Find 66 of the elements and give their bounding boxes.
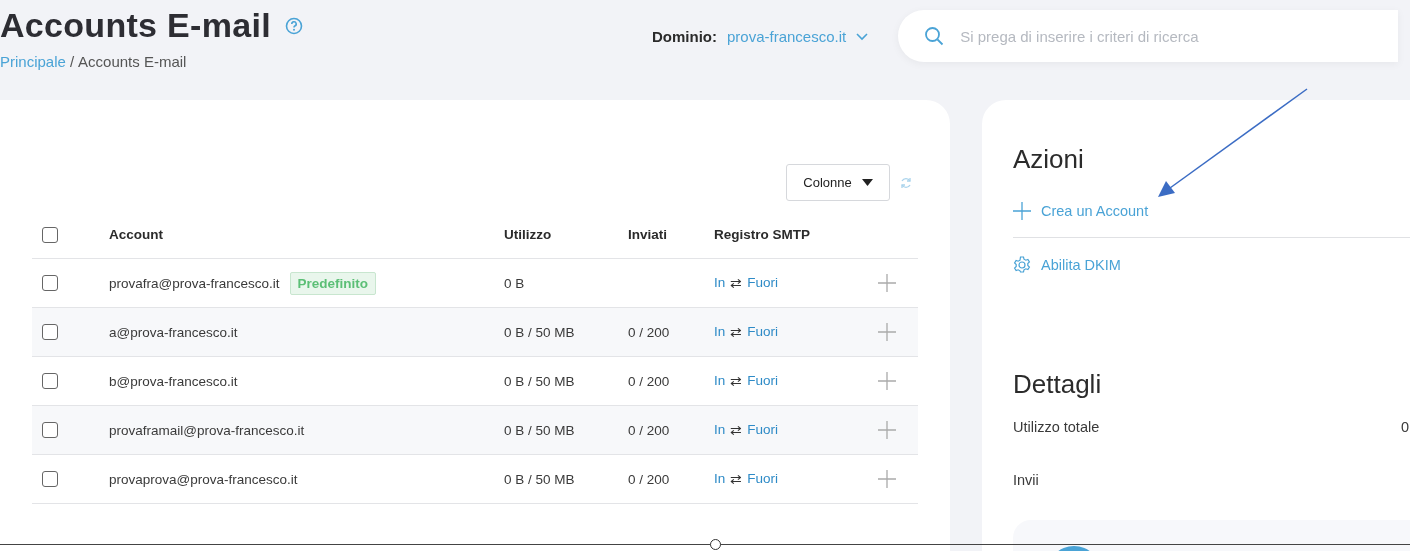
swap-symbol: ⇄	[730, 471, 743, 487]
sent-count: 0 / 200	[628, 373, 671, 389]
account-email: b@prova-francesco.it	[109, 373, 238, 389]
sent-count: 0 / 200	[628, 471, 671, 487]
column-header: Account	[109, 227, 164, 242]
smtp-out-link[interactable]: Fuori	[747, 471, 779, 487]
row-checkbox[interactable]	[42, 275, 58, 291]
sent-count: 0 / 200	[628, 324, 671, 340]
columns-dropdown[interactable]: Colonne	[786, 164, 890, 201]
domain-label: Dominio:	[652, 28, 717, 45]
chevron-down-icon[interactable]	[856, 32, 869, 41]
row-checkbox[interactable]	[42, 324, 58, 340]
swap-symbol: ⇄	[730, 324, 743, 340]
smtp-out-link[interactable]: Fuori	[747, 324, 779, 340]
smtp-in-link[interactable]: In	[714, 373, 726, 389]
swap-symbol: ⇄	[730, 275, 743, 291]
usage-value: 0 B / 50 MB	[504, 471, 576, 487]
usage-value: 0 B / 50 MB	[504, 373, 576, 389]
smtp-in-link[interactable]: In	[714, 324, 726, 340]
plus-icon[interactable]	[878, 372, 896, 390]
usage-value: 0 B	[504, 275, 526, 291]
breadcrumb-current: Accounts E-mail	[78, 53, 187, 70]
account-email: provaframail@prova-francesco.it	[109, 422, 305, 438]
gear-icon	[1013, 255, 1031, 274]
usage-value: 0 B / 50 MB	[504, 324, 576, 340]
swap-symbol: ⇄	[730, 373, 743, 389]
account-email: provafra@prova-francesco.it	[109, 275, 280, 291]
plus-icon[interactable]	[878, 323, 896, 341]
smtp-in-link[interactable]: In	[714, 471, 726, 487]
account-email: a@prova-francesco.it	[109, 324, 238, 340]
smtp-out-link[interactable]: Fuori	[747, 275, 779, 291]
breadcrumb-separator: /	[69, 53, 75, 70]
swap-symbol: ⇄	[730, 422, 743, 438]
breadcrumb-link[interactable]: Principale	[0, 53, 66, 70]
default-badge: Predefinito	[289, 271, 377, 295]
plus-icon	[1013, 202, 1031, 220]
domain-dropdown[interactable]: prova-francesco.it	[727, 28, 847, 45]
search-field[interactable]: Si prega di inserire i criteri di ricerca	[898, 10, 1399, 62]
row-checkbox[interactable]	[42, 422, 58, 438]
sent-count: 0 / 200	[628, 422, 671, 438]
smtp-in-link[interactable]: In	[714, 275, 726, 291]
column-header: Utilizzo	[504, 227, 553, 242]
usage-value: 0 B / 50 MB	[504, 422, 576, 438]
select-all-checkbox[interactable]	[42, 226, 58, 243]
caret-icon	[861, 179, 873, 186]
section-title: Dettagli	[1013, 369, 1103, 400]
row-checkbox[interactable]	[42, 373, 58, 389]
detail-label: Utilizzo totale	[1013, 418, 1100, 435]
help-icon[interactable]	[284, 16, 303, 35]
column-header: Registro SMTP	[714, 227, 811, 242]
action-link[interactable]: Abilita DKIM	[1013, 238, 1410, 291]
detail-value: 0	[1400, 418, 1409, 435]
section-title: Azioni	[1013, 144, 1085, 175]
plus-icon[interactable]	[878, 274, 896, 292]
row-checkbox[interactable]	[42, 471, 58, 487]
page-title: Accounts E-mail	[0, 6, 271, 45]
smtp-in-link[interactable]: In	[714, 422, 726, 438]
resize-handle[interactable]	[710, 539, 721, 550]
plus-icon[interactable]	[878, 470, 896, 488]
smtp-out-link[interactable]: Fuori	[747, 422, 779, 438]
account-email: provaprova@prova-francesco.it	[109, 471, 298, 487]
detail-label: Invii	[1013, 471, 1039, 488]
plus-icon[interactable]	[878, 421, 896, 439]
smtp-out-link[interactable]: Fuori	[747, 373, 779, 389]
column-header: Inviati	[628, 227, 668, 242]
refresh-icon[interactable]	[900, 176, 912, 189]
